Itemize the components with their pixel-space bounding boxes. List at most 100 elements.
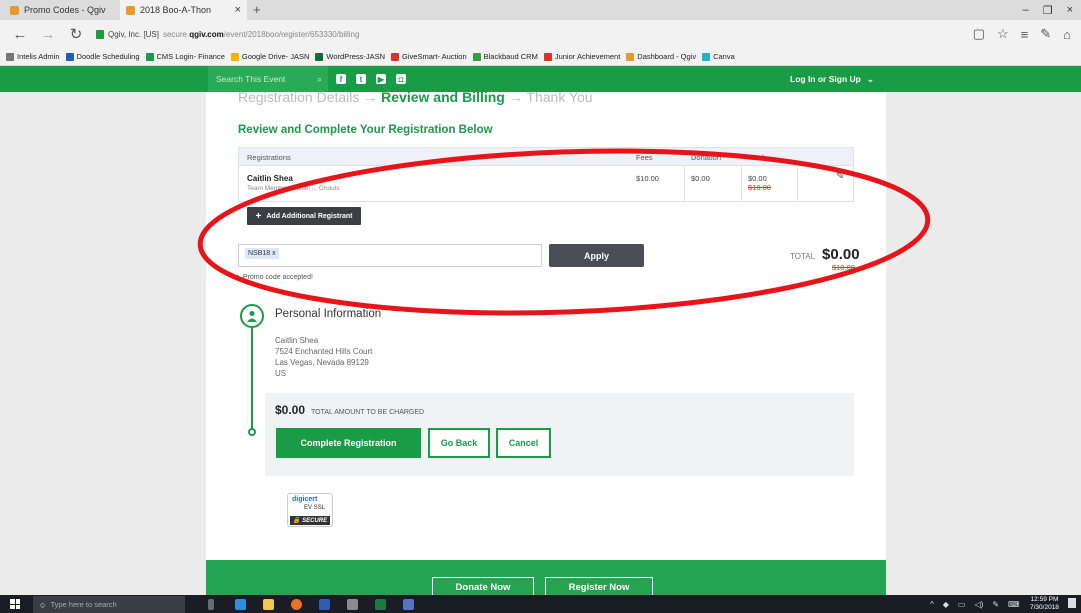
chevron-down-icon: ⌄ — [866, 73, 874, 84]
volume-icon[interactable]: ◁) — [974, 600, 983, 609]
tab-boo-a-thon[interactable]: 2018 Boo-A-Thon × — [120, 0, 247, 20]
total-value: $0.00 — [748, 174, 767, 183]
column-divider — [797, 166, 798, 201]
bookmark-item[interactable]: Dashboard - Qgiv — [626, 52, 696, 61]
promo-code-value: NSB18 x — [245, 248, 279, 259]
bookmark-label: Canva — [713, 52, 735, 61]
bookmark-item[interactable]: WordPress-JASN — [315, 52, 385, 61]
bookmark-item[interactable]: Intelis Admin — [6, 52, 60, 61]
bookmark-item[interactable]: Google Drive- JASN — [230, 52, 309, 61]
dropbox-icon[interactable]: ◆ — [943, 600, 949, 609]
bookmark-item[interactable]: GiveSmart- Auction — [391, 52, 467, 61]
bookmark-item[interactable]: Doodle Scheduling — [65, 52, 140, 61]
twitter-icon[interactable]: t — [356, 74, 366, 84]
facebook-icon[interactable]: f — [336, 74, 346, 84]
apply-button[interactable]: Apply — [549, 244, 644, 267]
excel-icon[interactable] — [375, 599, 386, 610]
bookmark-label: Doodle Scheduling — [76, 52, 140, 61]
digicert-seal[interactable]: digicert EV SSL 🔒 SECURE — [287, 493, 333, 527]
taskbar-search-placeholder: Type here to search — [50, 600, 117, 609]
bookmark-label: Intelis Admin — [17, 52, 60, 61]
total-label: TOTAL — [790, 252, 816, 261]
qgiv-icon — [10, 5, 19, 15]
edge-icon[interactable] — [235, 599, 246, 610]
charge-total: $0.00 TOTAL AMOUNT TO BE CHARGED — [275, 403, 424, 417]
add-registrant-label: Add Additional Registrant — [266, 212, 353, 220]
bookmark-label: WordPress-JASN — [326, 52, 386, 61]
refresh-icon[interactable]: ↻ — [68, 25, 84, 43]
url-domain: qgiv.com — [189, 29, 224, 39]
timeline-line — [251, 328, 253, 430]
bookmark-item[interactable]: CMS Login- Finance — [145, 52, 225, 61]
url-field[interactable]: Qgiv, Inc. [US] secure.qgiv.com/event/20… — [96, 29, 359, 39]
go-back-button[interactable]: Go Back — [428, 428, 490, 458]
windows-start-icon[interactable] — [10, 599, 20, 609]
minimize-icon[interactable]: – — [1023, 4, 1029, 16]
step-arrow-icon: → — [363, 89, 382, 105]
search-placeholder: Search This Event — [216, 74, 286, 84]
file-explorer-icon[interactable] — [263, 599, 274, 610]
donate-now-button[interactable]: Donate Now — [432, 577, 534, 597]
bookmark-label: Junior Achievement — [554, 52, 621, 61]
bookmarks-bar: Intelis Admin Doodle Scheduling CMS Login-… — [0, 48, 1081, 66]
total-original: $10.00 — [748, 183, 771, 192]
url-text: secure.qgiv.com/event/2018boo/register/6… — [163, 30, 359, 39]
bookmark-label: GiveSmart- Auction — [402, 52, 467, 61]
tab-promo-codes[interactable]: Promo Codes - Qgiv — [4, 0, 119, 20]
browser-tools: ▢ ☆ ≡ ✎ ⌂ — [973, 20, 1071, 48]
forward-icon[interactable]: → — [40, 26, 56, 43]
close-tab-icon[interactable]: × — [235, 4, 241, 16]
back-icon[interactable]: ← — [12, 26, 28, 43]
keyboard-icon[interactable]: ⌨ — [1008, 600, 1020, 609]
reading-view-icon[interactable]: ▢ — [973, 26, 985, 42]
url-owner: Qgiv, Inc. [US] — [108, 29, 159, 39]
bookmark-item[interactable]: Junior Achievement — [543, 52, 621, 61]
login-menu[interactable]: Log In or Sign Up ⌄ — [790, 66, 874, 92]
register-now-button[interactable]: Register Now — [545, 577, 653, 597]
youtube-icon[interactable]: ▶ — [376, 74, 386, 84]
timeline-dot — [248, 428, 256, 436]
registrations-table: Registrations Fees Donation Total Caitli… — [238, 147, 854, 202]
total-original-amount: $10.00 — [832, 263, 855, 272]
complete-registration-button[interactable]: Complete Registration — [276, 428, 421, 458]
edit-pencil-icon[interactable]: ✎ — [836, 171, 844, 182]
firefox-icon[interactable] — [291, 599, 302, 610]
maximize-icon[interactable]: ❐ — [1043, 4, 1053, 17]
app-icon[interactable] — [347, 599, 358, 610]
bookmark-label: CMS Login- Finance — [156, 52, 225, 61]
notes-icon[interactable]: ✎ — [1040, 26, 1051, 42]
notification-icon[interactable] — [1068, 598, 1076, 608]
bookmark-item[interactable]: Blackbaud CRM — [472, 52, 538, 61]
url-prefix: secure. — [162, 29, 190, 39]
favorite-star-icon[interactable]: ☆ — [997, 26, 1009, 42]
login-label: Log In or Sign Up — [790, 74, 861, 84]
header-total: Total — [748, 153, 764, 162]
cancel-button[interactable]: Cancel — [496, 428, 551, 458]
word-icon[interactable] — [319, 599, 330, 610]
hub-icon[interactable]: ≡ — [1021, 27, 1029, 42]
chevron-up-icon[interactable]: ^ — [930, 600, 934, 609]
total-amount: $0.00 — [822, 246, 860, 263]
close-window-icon[interactable]: × — [1067, 4, 1073, 16]
add-registrant-button[interactable]: + Add Additional Registrant — [247, 207, 361, 225]
progress-steps: Registration Details → Review and Billin… — [238, 89, 593, 105]
pen-icon[interactable]: ✎ — [992, 600, 999, 609]
new-tab-icon[interactable]: + — [253, 2, 261, 17]
teams-icon[interactable] — [403, 599, 414, 610]
network-icon[interactable]: ▭ — [958, 600, 966, 609]
share-icon[interactable]: ⌂ — [1063, 27, 1071, 42]
instagram-icon[interactable]: ◘ — [396, 74, 406, 84]
url-path: /event/2018boo/register/653330/billing — [223, 29, 360, 39]
tab-label: 2018 Boo-A-Thon — [140, 5, 212, 15]
promo-code-input[interactable]: NSB18 x — [238, 244, 542, 267]
bookmark-label: Dashboard - Qgiv — [637, 52, 697, 61]
taskbar-search-input[interactable]: ○ Type here to search — [33, 596, 185, 613]
bookmark-item[interactable]: Canva — [702, 52, 735, 61]
bookmark-icon — [145, 52, 154, 61]
table-header: Registrations Fees Donation Total — [239, 148, 853, 166]
microphone-icon[interactable] — [208, 599, 214, 610]
bookmark-icon — [702, 52, 711, 61]
lock-icon — [96, 29, 104, 39]
taskbar-clock[interactable]: 12:59 PM 7/30/2018 — [1030, 596, 1059, 612]
clock-date: 7/30/2018 — [1030, 604, 1059, 611]
